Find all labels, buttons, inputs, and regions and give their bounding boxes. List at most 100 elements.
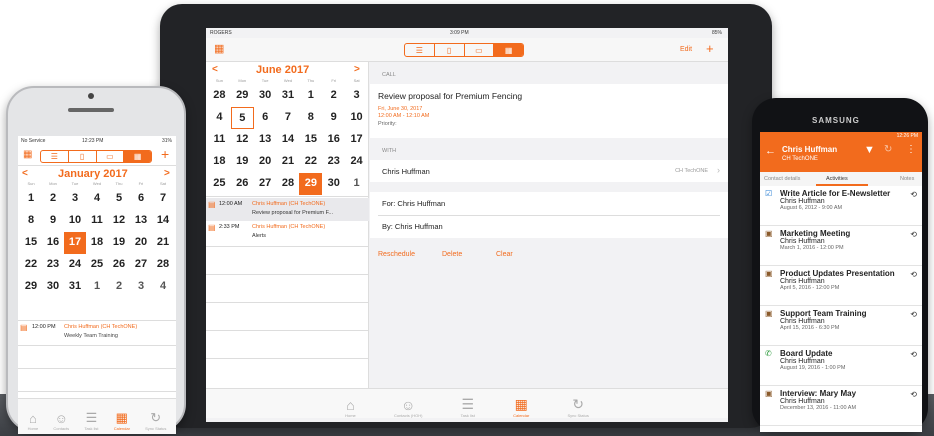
- calendar-day[interactable]: 19: [108, 232, 130, 254]
- calendar-day[interactable]: 16: [42, 232, 64, 254]
- calendar-day[interactable]: 8: [20, 210, 42, 232]
- calendar-icon[interactable]: ▦: [23, 149, 32, 160]
- calendar-day[interactable]: 11: [208, 129, 231, 151]
- calendar-day[interactable]: 11: [86, 210, 108, 232]
- calendar-day[interactable]: 19: [231, 151, 254, 173]
- calendar-day[interactable]: 3: [64, 188, 86, 210]
- tab-contact-details[interactable]: Contact details: [764, 176, 800, 182]
- calendar-icon[interactable]: ▦: [214, 42, 224, 55]
- month-view-icon[interactable]: ▦: [494, 44, 523, 56]
- calendar-day[interactable]: 28: [208, 85, 231, 107]
- calendar-day[interactable]: 25: [86, 254, 108, 276]
- tab-notes[interactable]: Notes: [900, 176, 914, 182]
- calendar-day[interactable]: 17: [345, 129, 368, 151]
- edit-button[interactable]: Edit: [680, 46, 692, 53]
- tab-home[interactable]: ⌂ Home: [345, 397, 356, 418]
- event-item[interactable]: ▤ 12:00 PM Chris Huffman (CH TechONE) We…: [18, 322, 176, 344]
- tab-calendar[interactable]: ▦ Calendar: [513, 396, 529, 418]
- calendar-day[interactable]: 2: [322, 85, 345, 107]
- event-item[interactable]: ▤ 12:00 AM Chris Huffman (CH TechONE) Revie…: [206, 198, 369, 221]
- add-button[interactable]: +: [706, 41, 714, 56]
- activity-item[interactable]: ☑ Write Article for E-Newsletter Chris Huf…: [760, 186, 922, 226]
- calendar-day[interactable]: 16: [322, 129, 345, 151]
- calendar-day[interactable]: 22: [299, 151, 322, 173]
- calendar-day[interactable]: 24: [64, 254, 86, 276]
- calendar-day[interactable]: 13: [254, 129, 277, 151]
- calendar-day[interactable]: 6: [254, 107, 277, 129]
- activity-item[interactable]: ▣ Interview: Mary May Chris Huffman Decembe…: [760, 386, 922, 426]
- calendar-day[interactable]: 27: [130, 254, 152, 276]
- calendar-day[interactable]: 5: [230, 107, 254, 129]
- calendar-day[interactable]: 7: [152, 188, 174, 210]
- calendar-day[interactable]: 21: [152, 232, 174, 254]
- calendar-day[interactable]: 28: [277, 173, 300, 195]
- calendar-day[interactable]: 18: [86, 232, 108, 254]
- calendar-day[interactable]: 25: [208, 173, 231, 195]
- week-view-icon[interactable]: ▭: [465, 44, 495, 56]
- calendar-day[interactable]: 17: [64, 232, 86, 254]
- calendar-day[interactable]: 23: [42, 254, 64, 276]
- calendar-day[interactable]: 9: [322, 107, 345, 129]
- calendar-day[interactable]: 24: [345, 151, 368, 173]
- event-item[interactable]: ▤ 2:33 PM Chris Huffman (CH TechONE) Alerts: [206, 221, 369, 244]
- tab-contacts[interactable]: ☺ Contacts: [53, 411, 69, 431]
- sync-icon[interactable]: ↻: [884, 144, 892, 155]
- filter-icon[interactable]: ▼: [864, 144, 875, 156]
- calendar-day[interactable]: 31: [277, 85, 300, 107]
- calendar-day[interactable]: 23: [322, 151, 345, 173]
- calendar-day[interactable]: 2: [42, 188, 64, 210]
- calendar-day[interactable]: 6: [130, 188, 152, 210]
- calendar-day[interactable]: 31: [64, 276, 86, 298]
- activity-item[interactable]: ▣ Product Updates Presentation Chris Huffm…: [760, 266, 922, 306]
- prev-month-button[interactable]: <: [22, 168, 28, 179]
- calendar-day[interactable]: 13: [130, 210, 152, 232]
- tab-sync[interactable]: ↻ Sync Status: [145, 410, 166, 431]
- calendar-day[interactable]: 7: [277, 107, 300, 129]
- list-view-icon[interactable]: ☰: [41, 151, 69, 162]
- calendar-day[interactable]: 4: [152, 276, 174, 298]
- more-icon[interactable]: ⋮: [906, 144, 916, 155]
- calendar-day[interactable]: 4: [86, 188, 108, 210]
- next-month-button[interactable]: >: [164, 168, 170, 179]
- day-view-icon[interactable]: ▯: [69, 151, 97, 162]
- calendar-day[interactable]: 2: [108, 276, 130, 298]
- calendar-day[interactable]: 26: [108, 254, 130, 276]
- calendar-day[interactable]: 29: [299, 173, 323, 195]
- calendar-day[interactable]: 20: [130, 232, 152, 254]
- month-view-icon[interactable]: ▦: [124, 151, 151, 162]
- calendar-day[interactable]: 9: [42, 210, 64, 232]
- activity-item[interactable]: ✆ Board Update Chris Huffman August 19, 201…: [760, 346, 922, 386]
- calendar-day[interactable]: 1: [20, 188, 42, 210]
- calendar-day[interactable]: 14: [277, 129, 300, 151]
- calendar-day[interactable]: 1: [86, 276, 108, 298]
- tab-sync[interactable]: ↻ Sync Status: [568, 396, 589, 418]
- calendar-day[interactable]: 1: [345, 173, 368, 195]
- calendar-day[interactable]: 29: [20, 276, 42, 298]
- prev-month-button[interactable]: <: [212, 64, 218, 75]
- list-view-icon[interactable]: ☰: [405, 44, 435, 56]
- activity-item[interactable]: ▣ Support Team Training Chris Huffman April…: [760, 306, 922, 346]
- tab-home[interactable]: ⌂ Home: [28, 411, 39, 431]
- calendar-day[interactable]: 22: [20, 254, 42, 276]
- calendar-day[interactable]: 14: [152, 210, 174, 232]
- calendar-day[interactable]: 20: [254, 151, 277, 173]
- calendar-day[interactable]: 30: [254, 85, 277, 107]
- reschedule-button[interactable]: Reschedule: [378, 251, 415, 258]
- tab-task-list[interactable]: ☰ Task list: [84, 410, 98, 431]
- tab-activities[interactable]: Activities: [826, 176, 848, 182]
- calendar-day[interactable]: 15: [299, 129, 322, 151]
- calendar-day[interactable]: 10: [345, 107, 368, 129]
- clear-button[interactable]: Clear: [496, 251, 513, 258]
- with-row[interactable]: Chris Huffman CH TechONE ›: [370, 160, 728, 182]
- next-month-button[interactable]: >: [354, 64, 360, 75]
- calendar-day[interactable]: 4: [208, 107, 231, 129]
- calendar-day[interactable]: 3: [345, 85, 368, 107]
- calendar-day[interactable]: 30: [42, 276, 64, 298]
- tab-contacts[interactable]: ☺ Contacts (HOH): [394, 397, 422, 418]
- tab-task-list[interactable]: ☰ Task list: [461, 396, 475, 418]
- back-arrow-icon[interactable]: ←: [765, 145, 776, 157]
- calendar-day[interactable]: 5: [108, 188, 130, 210]
- calendar-day[interactable]: 1: [299, 85, 322, 107]
- calendar-day[interactable]: 12: [108, 210, 130, 232]
- tab-calendar[interactable]: ▦ Calendar: [114, 410, 130, 431]
